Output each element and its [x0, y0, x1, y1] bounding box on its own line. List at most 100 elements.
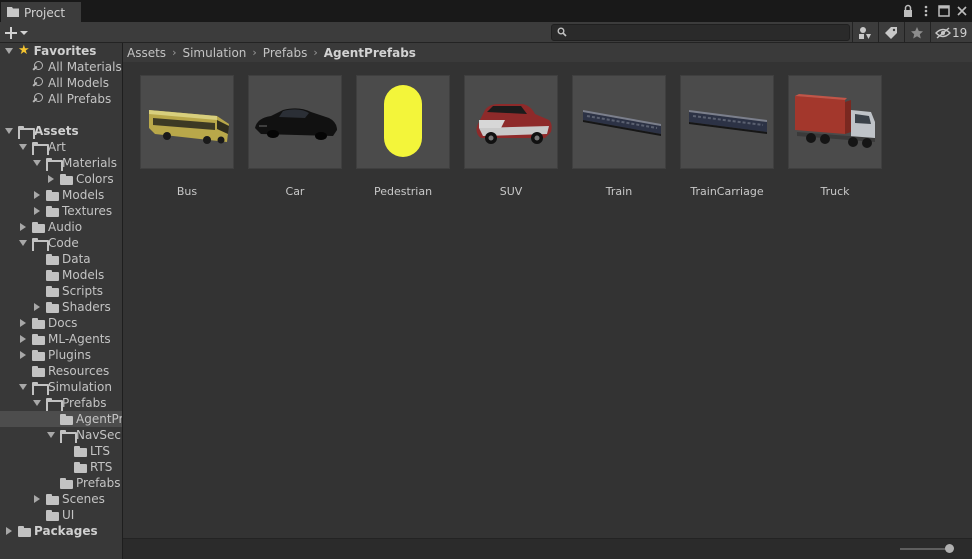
- expand-arrow-down-icon[interactable]: [18, 142, 28, 152]
- asset-item-bus[interactable]: Bus: [139, 75, 235, 198]
- tree-item-art[interactable]: Art: [0, 139, 122, 155]
- expand-arrow-down-icon[interactable]: [18, 238, 28, 248]
- tree-item-plugins[interactable]: Plugins: [0, 347, 122, 363]
- tree-item-code[interactable]: Code: [0, 235, 122, 251]
- tree-item-scripts[interactable]: Scripts: [0, 283, 122, 299]
- icon-size-slider-handle[interactable]: [945, 544, 954, 553]
- folder-icon: [46, 493, 59, 505]
- expand-arrow-down-icon[interactable]: [46, 430, 56, 440]
- tree-item-label: Prefabs: [76, 476, 121, 490]
- tree-item-lts[interactable]: LTS: [0, 443, 122, 459]
- search-icon: [557, 27, 567, 37]
- tree-item-label: AgentPr: [76, 412, 122, 426]
- asset-label: Car: [285, 185, 305, 198]
- no-arrow: [18, 62, 28, 72]
- expand-arrow-right-icon[interactable]: [32, 190, 42, 200]
- tree-item-all-materials[interactable]: All Materials: [0, 59, 122, 75]
- close-icon[interactable]: [956, 4, 968, 18]
- expand-arrow-right-icon[interactable]: [32, 494, 42, 504]
- asset-item-train[interactable]: Train: [571, 75, 667, 198]
- tree-item-simulation[interactable]: Simulation: [0, 379, 122, 395]
- expand-arrow-right-icon[interactable]: [32, 206, 42, 216]
- tree-item-navsec[interactable]: NavSec: [0, 427, 122, 443]
- more-options-icon[interactable]: [920, 4, 932, 18]
- tree-item-shaders[interactable]: Shaders: [0, 299, 122, 315]
- asset-item-car[interactable]: Car: [247, 75, 343, 198]
- star-icon: ★: [18, 43, 30, 58]
- status-bar: [123, 538, 972, 559]
- expand-arrow-right-icon[interactable]: [18, 334, 28, 344]
- no-arrow: [18, 366, 28, 376]
- expand-arrow-right-icon[interactable]: [32, 302, 42, 312]
- expand-arrow-right-icon[interactable]: [46, 174, 56, 184]
- asset-item-pedestrian[interactable]: Pedestrian: [355, 75, 451, 198]
- tree-item-colors[interactable]: Colors: [0, 171, 122, 187]
- tree-item-models[interactable]: Models: [0, 187, 122, 203]
- expand-arrow-down-icon[interactable]: [32, 158, 42, 168]
- tree-item-prefabs[interactable]: Prefabs: [0, 475, 122, 491]
- chevron-right-icon: ›: [313, 46, 318, 59]
- expand-arrow-down-icon[interactable]: [4, 46, 14, 56]
- asset-item-suv[interactable]: SUV: [463, 75, 559, 198]
- tree-item-ui[interactable]: UI: [0, 507, 122, 523]
- expand-arrow-right-icon[interactable]: [4, 526, 14, 536]
- train-model-icon: [572, 75, 666, 169]
- tab-project[interactable]: Project: [1, 2, 81, 22]
- tree-item-audio[interactable]: Audio: [0, 219, 122, 235]
- tree-item-label: All Materials: [48, 60, 122, 74]
- tree-item-materials[interactable]: Materials: [0, 155, 122, 171]
- folder-open-icon: [60, 429, 77, 443]
- tree-item-packages[interactable]: Packages: [0, 523, 122, 539]
- expand-arrow-right-icon[interactable]: [18, 222, 28, 232]
- save-search-button[interactable]: [905, 23, 929, 42]
- search-icon: [32, 61, 44, 73]
- tree-item-all-models[interactable]: All Models: [0, 75, 122, 91]
- search-by-type-button[interactable]: [853, 23, 877, 42]
- asset-item-truck[interactable]: Truck: [787, 75, 883, 198]
- tree-item-label: Textures: [62, 204, 113, 218]
- folder-icon: [32, 317, 45, 329]
- tree-item-label: Audio: [48, 220, 83, 234]
- maximize-icon[interactable]: [938, 4, 950, 18]
- tree-item-textures[interactable]: Textures: [0, 203, 122, 219]
- expand-arrow-right-icon[interactable]: [18, 318, 28, 328]
- tree-item-data[interactable]: Data: [0, 251, 122, 267]
- folder-icon: [32, 349, 45, 361]
- no-arrow: [32, 286, 42, 296]
- breadcrumb-item-agentprefabs[interactable]: AgentPrefabs: [324, 46, 416, 60]
- expand-arrow-down-icon[interactable]: [32, 398, 42, 408]
- tree-item-label: Colors: [76, 172, 114, 186]
- tree-item-models[interactable]: Models: [0, 267, 122, 283]
- icon-size-slider-track[interactable]: [900, 548, 948, 550]
- expand-arrow-down-icon[interactable]: [4, 126, 14, 136]
- tree-item-ml-agents[interactable]: ML-Agents: [0, 331, 122, 347]
- tree-item-prefabs[interactable]: Prefabs: [0, 395, 122, 411]
- folder-open-icon: [32, 141, 49, 155]
- expand-arrow-right-icon[interactable]: [18, 350, 28, 360]
- tree-item-scenes[interactable]: Scenes: [0, 491, 122, 507]
- search-input[interactable]: [551, 24, 850, 41]
- asset-label: Pedestrian: [373, 185, 433, 198]
- hidden-packages-toggle[interactable]: 19: [935, 23, 967, 42]
- expand-arrow-down-icon[interactable]: [18, 382, 28, 392]
- tree-item-agentpr[interactable]: AgentPr: [0, 411, 122, 427]
- tree-item-favorites[interactable]: ★ Favorites: [0, 43, 122, 59]
- folder-icon: [74, 445, 87, 457]
- tree-item-resources[interactable]: Resources: [0, 363, 122, 379]
- breadcrumb-item-simulation[interactable]: Simulation: [182, 46, 246, 60]
- tree-item-assets[interactable]: Assets: [0, 123, 122, 139]
- search-by-label-button[interactable]: [879, 23, 903, 42]
- create-button[interactable]: [4, 24, 34, 41]
- tree-item-rts[interactable]: RTS: [0, 459, 122, 475]
- bus-model-icon: [140, 75, 234, 169]
- breadcrumb-item-prefabs[interactable]: Prefabs: [263, 46, 308, 60]
- tree-item-label: Packages: [34, 524, 98, 538]
- breadcrumb-item-assets[interactable]: Assets: [127, 46, 166, 60]
- folder-icon: [46, 301, 59, 313]
- folder-icon: [60, 173, 73, 185]
- tree-item-all-prefabs[interactable]: All Prefabs: [0, 91, 122, 107]
- asset-item-traincarriage[interactable]: TrainCarriage: [679, 75, 775, 198]
- tree-item-docs[interactable]: Docs: [0, 315, 122, 331]
- lock-icon[interactable]: [902, 4, 914, 18]
- no-arrow: [46, 478, 56, 488]
